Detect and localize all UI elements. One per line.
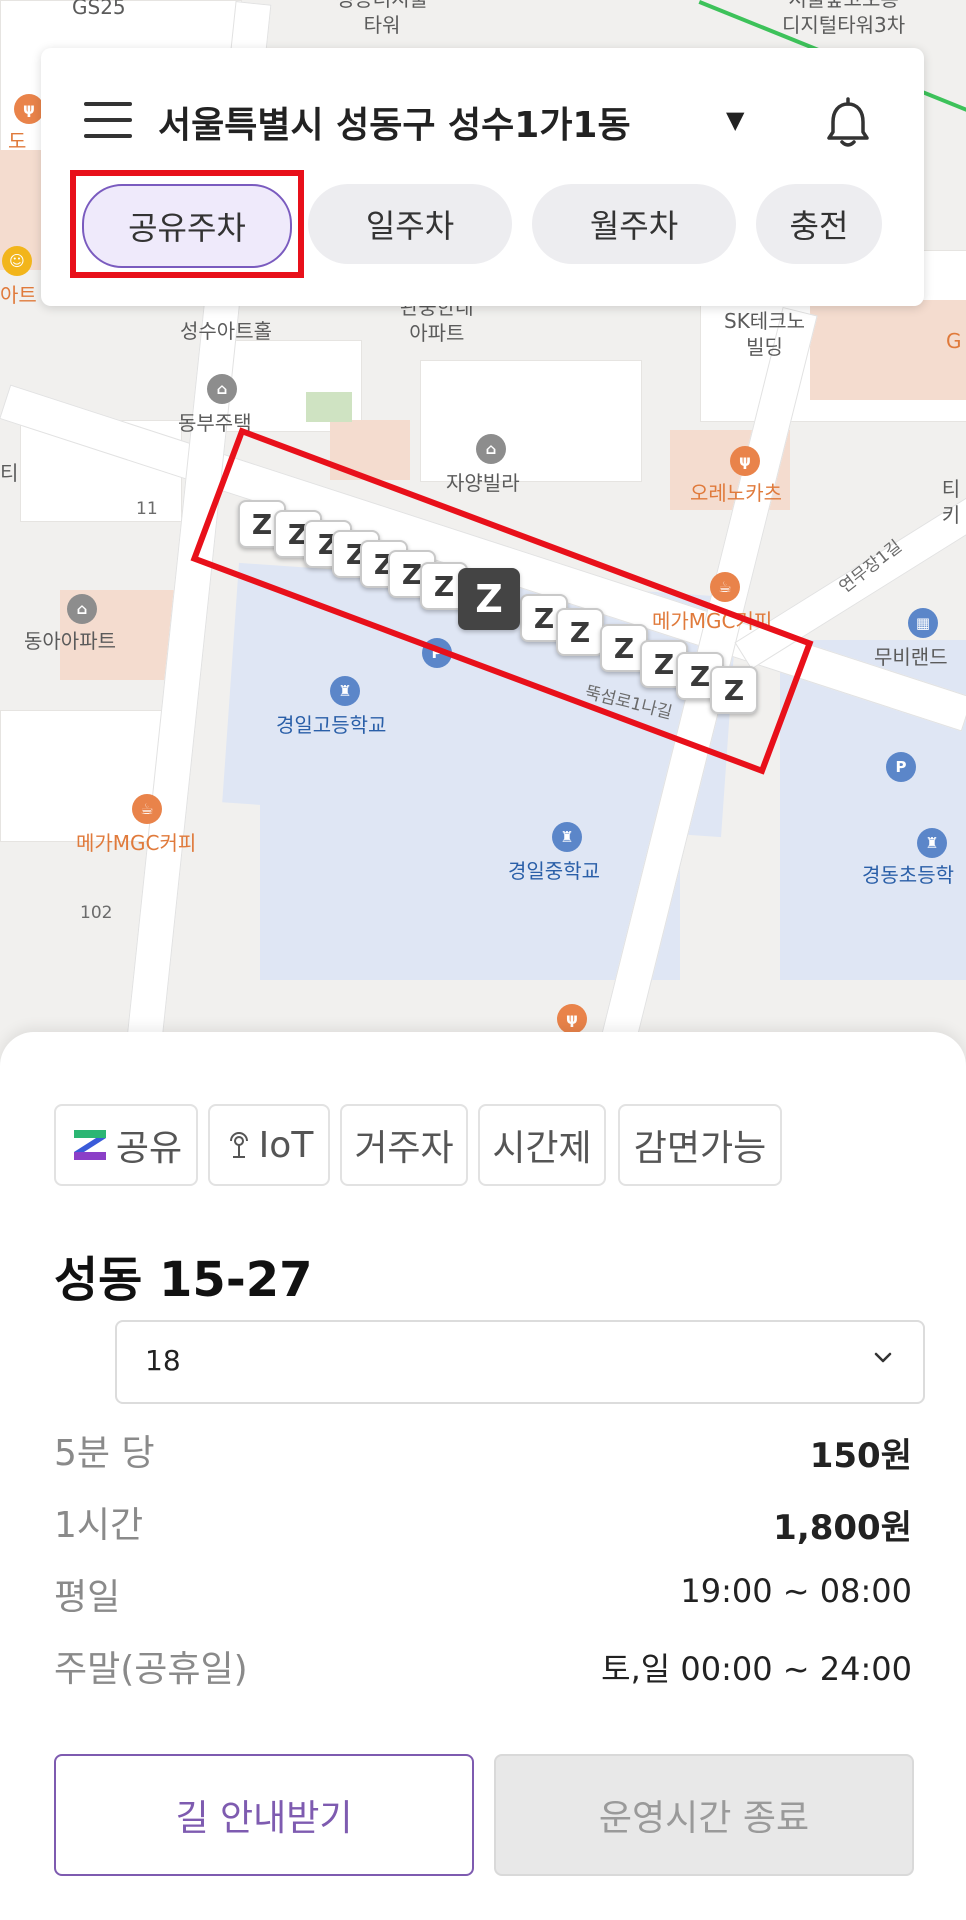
school-icon[interactable]: ♜ — [330, 676, 360, 706]
z-logo-icon — [73, 1130, 106, 1160]
cafe-icon[interactable]: ☕ — [710, 572, 740, 602]
tag-hourly: 시간제 — [478, 1104, 606, 1186]
map-label: GS25 — [72, 0, 126, 19]
map-block — [810, 300, 966, 400]
chevron-down-icon — [874, 1352, 892, 1363]
theater-icon[interactable]: ▦ — [908, 608, 938, 638]
map-label: 동아아파트 — [24, 629, 116, 653]
hours-value-weekday: 19:00 ~ 08:00 — [680, 1572, 912, 1610]
map-label: 경일중학교 — [508, 859, 600, 883]
restaurant-icon[interactable]: ψ — [730, 446, 760, 476]
map-green — [306, 392, 352, 422]
map-label: 아트 — [0, 283, 37, 307]
building-icon[interactable]: ⌂ — [476, 434, 506, 464]
rate-label-1hour: 1시간 — [54, 1505, 144, 1546]
tag-discount: 감면가능 — [618, 1104, 782, 1186]
get-directions-button[interactable]: 길 안내받기 — [54, 1754, 474, 1876]
map-label: 11 — [136, 499, 158, 519]
map-label: 메가MGC커피 — [76, 831, 197, 855]
menu-icon[interactable] — [84, 102, 132, 142]
map-label: 경일고등학교 — [276, 713, 387, 737]
tag-iot: IoT — [208, 1104, 330, 1186]
tag-label: IoT — [258, 1124, 314, 1166]
map-label: 성동더시풀 타워 — [336, 0, 428, 37]
map-label: 티키 — [941, 477, 961, 527]
store-icon[interactable]: ☺ — [2, 246, 32, 276]
filter-chip-daily-parking[interactable]: 일주차 — [308, 184, 512, 264]
tag-shared: 공유 — [54, 1104, 198, 1186]
tag-resident: 거주자 — [340, 1104, 468, 1186]
map-label: SK테크노 빌딩 — [724, 309, 806, 359]
parking-icon[interactable]: P — [886, 752, 916, 782]
map-block — [420, 360, 642, 482]
map-label: 성수아트홀 — [180, 319, 272, 343]
map-label: 경동초등학 — [862, 863, 954, 887]
filter-chip-charging[interactable]: 충전 — [756, 184, 882, 264]
tag-label: 공유 — [115, 1128, 183, 1169]
map-label: G — [946, 329, 962, 353]
rate-label-5min: 5분 당 — [54, 1433, 155, 1474]
map-school-area — [260, 780, 680, 980]
hours-label-weekday: 평일 — [54, 1577, 121, 1618]
restaurant-icon[interactable]: ψ — [557, 1004, 587, 1034]
cafe-icon[interactable]: ☕ — [132, 794, 162, 824]
parking-spot-title: 성동 15-27 — [54, 1252, 313, 1308]
map-label: 오레노카츠 — [690, 481, 782, 505]
rate-value-5min: 150원 — [809, 1436, 912, 1476]
school-icon[interactable]: ♜ — [552, 822, 582, 852]
map-label: 102 — [80, 903, 113, 923]
restaurant-icon[interactable]: ψ — [14, 94, 44, 124]
location-selector[interactable]: 서울특별시 성동구 성수1가1동 — [158, 96, 631, 148]
space-number-value: 18 — [145, 1344, 181, 1377]
iot-icon — [229, 1132, 248, 1158]
space-number-select[interactable]: 18 — [115, 1320, 925, 1404]
bell-icon[interactable] — [818, 94, 878, 154]
caret-down-icon[interactable]: ▼ — [726, 106, 744, 134]
map-label: 서울숲코오롱 디지털타워3차 — [782, 0, 906, 37]
hours-label-weekend: 주말(공휴일) — [54, 1649, 248, 1690]
building-icon[interactable]: ⌂ — [207, 374, 237, 404]
map-label: 무비랜드 — [874, 645, 948, 669]
filter-chip-monthly-parking[interactable]: 월주차 — [532, 184, 736, 264]
building-icon[interactable]: ⌂ — [67, 594, 97, 624]
school-icon[interactable]: ♜ — [917, 828, 947, 858]
highlight-box — [70, 170, 304, 278]
rate-value-1hour: 1,800원 — [773, 1508, 912, 1548]
hours-value-weekend: 토,일 00:00 ~ 24:00 — [601, 1650, 912, 1688]
map-label: 도 — [8, 129, 27, 153]
operating-hours-ended-button[interactable]: 운영시간 종료 — [494, 1754, 914, 1876]
map-label: 자양빌라 — [446, 471, 520, 495]
map-label: 티 — [0, 461, 19, 485]
